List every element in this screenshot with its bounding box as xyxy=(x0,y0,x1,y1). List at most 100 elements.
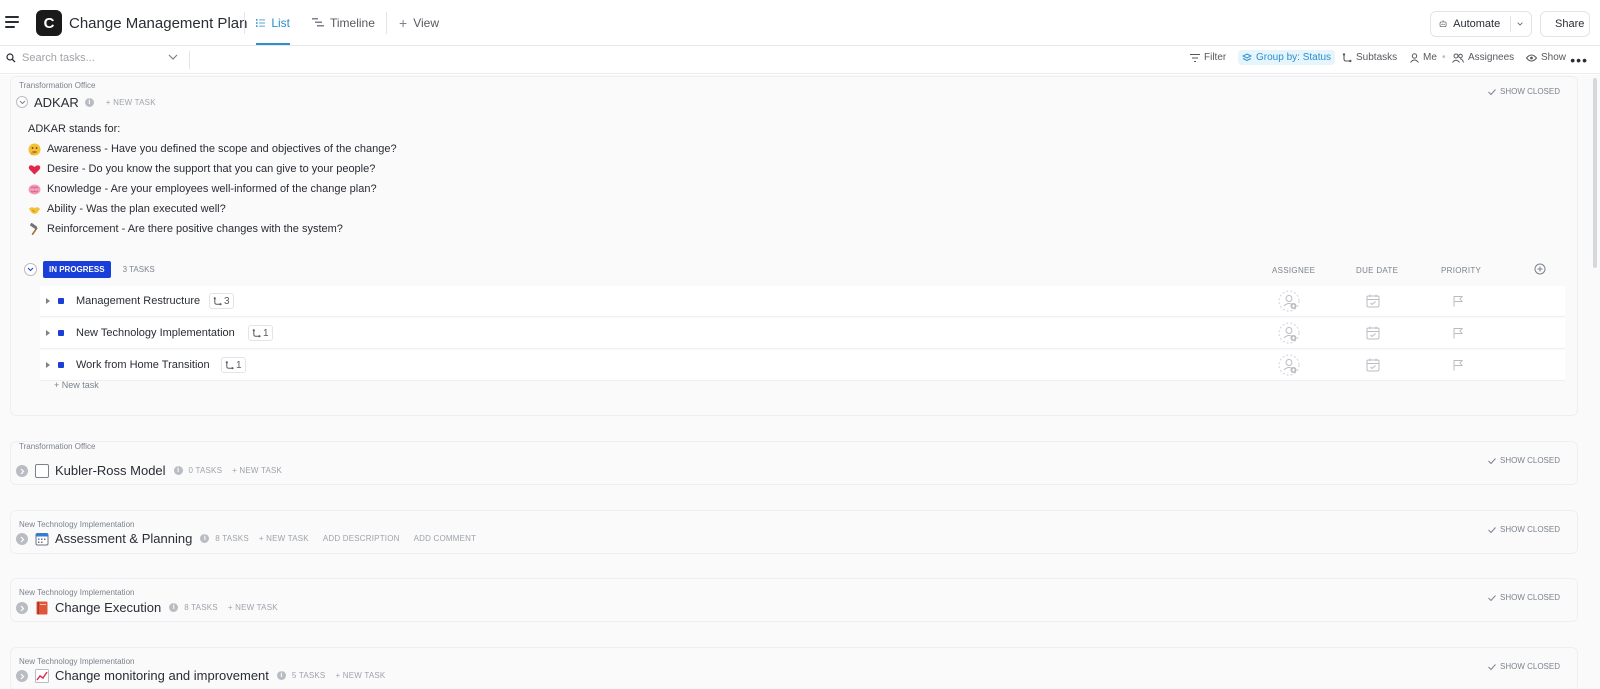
show-closed-button[interactable]: SHOW CLOSED xyxy=(1488,525,1560,534)
group-title[interactable]: Change Execution i 8 TASKS + NEW TASK xyxy=(35,600,278,615)
add-assignee-icon[interactable] xyxy=(1278,354,1300,376)
group-name[interactable]: Assessment & Planning xyxy=(55,531,192,546)
show-closed-button[interactable]: SHOW CLOSED xyxy=(1488,456,1560,465)
info-icon[interactable]: i xyxy=(84,98,94,107)
expand-caret-icon[interactable] xyxy=(46,298,50,304)
table-row[interactable]: New Technology Implementation 1 xyxy=(40,318,1565,349)
expand-toggle[interactable] xyxy=(16,465,28,477)
task-count: 8 TASKS xyxy=(215,534,249,543)
show-button[interactable]: Show xyxy=(1526,52,1566,63)
flag-icon[interactable] xyxy=(1452,359,1464,371)
add-description-button[interactable]: ADD DESCRIPTION xyxy=(323,534,400,543)
group-name[interactable]: Change Execution xyxy=(55,600,161,615)
subtask-count-badge[interactable]: 3 xyxy=(209,293,234,309)
new-task-button[interactable]: + NEW TASK xyxy=(228,603,278,612)
assignees-button[interactable]: Assignees xyxy=(1452,52,1514,63)
tab-list[interactable]: List xyxy=(256,0,290,45)
calendar-icon[interactable] xyxy=(1366,358,1380,372)
show-closed-label: SHOW CLOSED xyxy=(1499,593,1560,602)
menu-icon[interactable] xyxy=(5,16,19,28)
task-name[interactable]: New Technology Implementation xyxy=(76,327,235,339)
table-row[interactable]: Management Restructure 3 xyxy=(40,286,1565,317)
more-options-icon[interactable]: ••• xyxy=(1570,52,1588,68)
group-breadcrumb[interactable]: Transformation Office xyxy=(19,442,95,451)
search-input[interactable]: Search tasks... xyxy=(6,52,95,64)
column-header-priority[interactable]: PRIORITY xyxy=(1441,266,1481,275)
show-closed-button[interactable]: SHOW CLOSED xyxy=(1488,87,1560,96)
collapse-status-toggle[interactable] xyxy=(24,263,37,276)
handshake-icon xyxy=(29,206,40,214)
group-name[interactable]: ADKAR xyxy=(34,95,79,110)
calendar-icon[interactable] xyxy=(1366,294,1380,308)
users-icon xyxy=(1452,53,1464,63)
chevron-down-icon[interactable] xyxy=(168,54,178,60)
column-header-due-date[interactable]: DUE DATE xyxy=(1356,266,1398,275)
group-description[interactable]: ADKAR stands for: Awareness - Have you d… xyxy=(28,119,397,239)
tab-timeline[interactable]: Timeline xyxy=(312,0,375,45)
share-button[interactable]: Share xyxy=(1540,11,1590,37)
group-breadcrumb[interactable]: New Technology Implementation xyxy=(19,520,134,529)
chevron-down-icon xyxy=(27,267,34,272)
subtasks-button[interactable]: Subtasks xyxy=(1342,52,1397,63)
divider xyxy=(244,12,245,34)
group-name[interactable]: Change monitoring and improvement xyxy=(55,668,269,683)
calendar-icon[interactable] xyxy=(1366,326,1380,340)
info-icon[interactable]: i xyxy=(173,466,183,475)
new-task-button[interactable]: + NEW TASK xyxy=(259,534,309,543)
chevron-right-icon xyxy=(20,673,24,679)
info-icon[interactable]: i xyxy=(276,671,286,680)
group-title[interactable]: Kubler-Ross Model i 0 TASKS + NEW TASK xyxy=(35,463,282,478)
me-filter-button[interactable]: Me xyxy=(1410,52,1437,63)
scrollbar[interactable] xyxy=(1593,78,1597,268)
add-comment-button[interactable]: ADD COMMENT xyxy=(414,534,477,543)
info-icon[interactable]: i xyxy=(200,534,210,543)
add-view-button[interactable]: + View xyxy=(399,0,439,45)
show-closed-button[interactable]: SHOW CLOSED xyxy=(1488,593,1560,602)
subtask-count-badge[interactable]: 1 xyxy=(221,357,246,373)
add-assignee-icon[interactable] xyxy=(1278,290,1300,312)
table-row[interactable]: Work from Home Transition 1 xyxy=(40,350,1565,381)
filter-button[interactable]: Filter xyxy=(1190,52,1226,63)
expand-toggle[interactable] xyxy=(16,533,28,545)
group-name[interactable]: Kubler-Ross Model xyxy=(55,463,166,478)
collapse-toggle[interactable] xyxy=(16,96,28,108)
new-task-button[interactable]: + NEW TASK xyxy=(232,466,282,475)
space-avatar[interactable]: C xyxy=(36,10,62,36)
new-task-button[interactable]: + NEW TASK xyxy=(335,671,385,680)
task-count: 3 TASKS xyxy=(122,265,155,274)
expand-toggle[interactable] xyxy=(16,670,28,682)
filter-label: Filter xyxy=(1204,52,1227,63)
show-closed-button[interactable]: SHOW CLOSED xyxy=(1488,662,1560,671)
group-by-button[interactable]: Group by: Status xyxy=(1238,50,1336,65)
automate-button[interactable]: Automate xyxy=(1430,11,1532,37)
description-line: Awareness - Have you defined the scope a… xyxy=(28,139,397,159)
status-square-icon[interactable] xyxy=(58,362,64,368)
flag-icon[interactable] xyxy=(1452,295,1464,307)
list-title[interactable]: Change Management Plan xyxy=(69,15,247,32)
new-task-button[interactable]: + New task xyxy=(54,380,99,390)
task-name[interactable]: Management Restructure xyxy=(76,295,200,307)
expand-toggle[interactable] xyxy=(16,602,28,614)
expand-caret-icon[interactable] xyxy=(46,362,50,368)
task-name[interactable]: Work from Home Transition xyxy=(76,359,210,371)
group-title[interactable]: Change monitoring and improvement i 5 TA… xyxy=(35,668,385,683)
add-column-icon[interactable] xyxy=(1534,263,1546,278)
group-breadcrumb[interactable]: Transformation Office xyxy=(19,81,95,90)
group-breadcrumb[interactable]: New Technology Implementation xyxy=(19,588,134,597)
subtask-count-badge[interactable]: 1 xyxy=(248,325,273,341)
chevron-down-icon[interactable] xyxy=(1517,21,1523,27)
status-square-icon[interactable] xyxy=(58,330,64,336)
group-title-adkar[interactable]: ADKAR i + NEW TASK xyxy=(34,95,156,110)
add-assignee-icon[interactable] xyxy=(1278,322,1300,344)
new-task-button[interactable]: + NEW TASK xyxy=(106,98,156,107)
group-title[interactable]: Assessment & Planning i 8 TASKS + NEW TA… xyxy=(35,531,476,546)
divider xyxy=(1510,16,1511,32)
heart-icon xyxy=(28,164,41,174)
expand-caret-icon[interactable] xyxy=(46,330,50,336)
status-square-icon[interactable] xyxy=(58,298,64,304)
column-header-assignee[interactable]: ASSIGNEE xyxy=(1272,266,1315,275)
group-breadcrumb[interactable]: New Technology Implementation xyxy=(19,657,134,666)
flag-icon[interactable] xyxy=(1452,327,1464,339)
info-icon[interactable]: i xyxy=(169,603,179,612)
status-badge[interactable]: IN PROGRESS xyxy=(43,261,111,278)
